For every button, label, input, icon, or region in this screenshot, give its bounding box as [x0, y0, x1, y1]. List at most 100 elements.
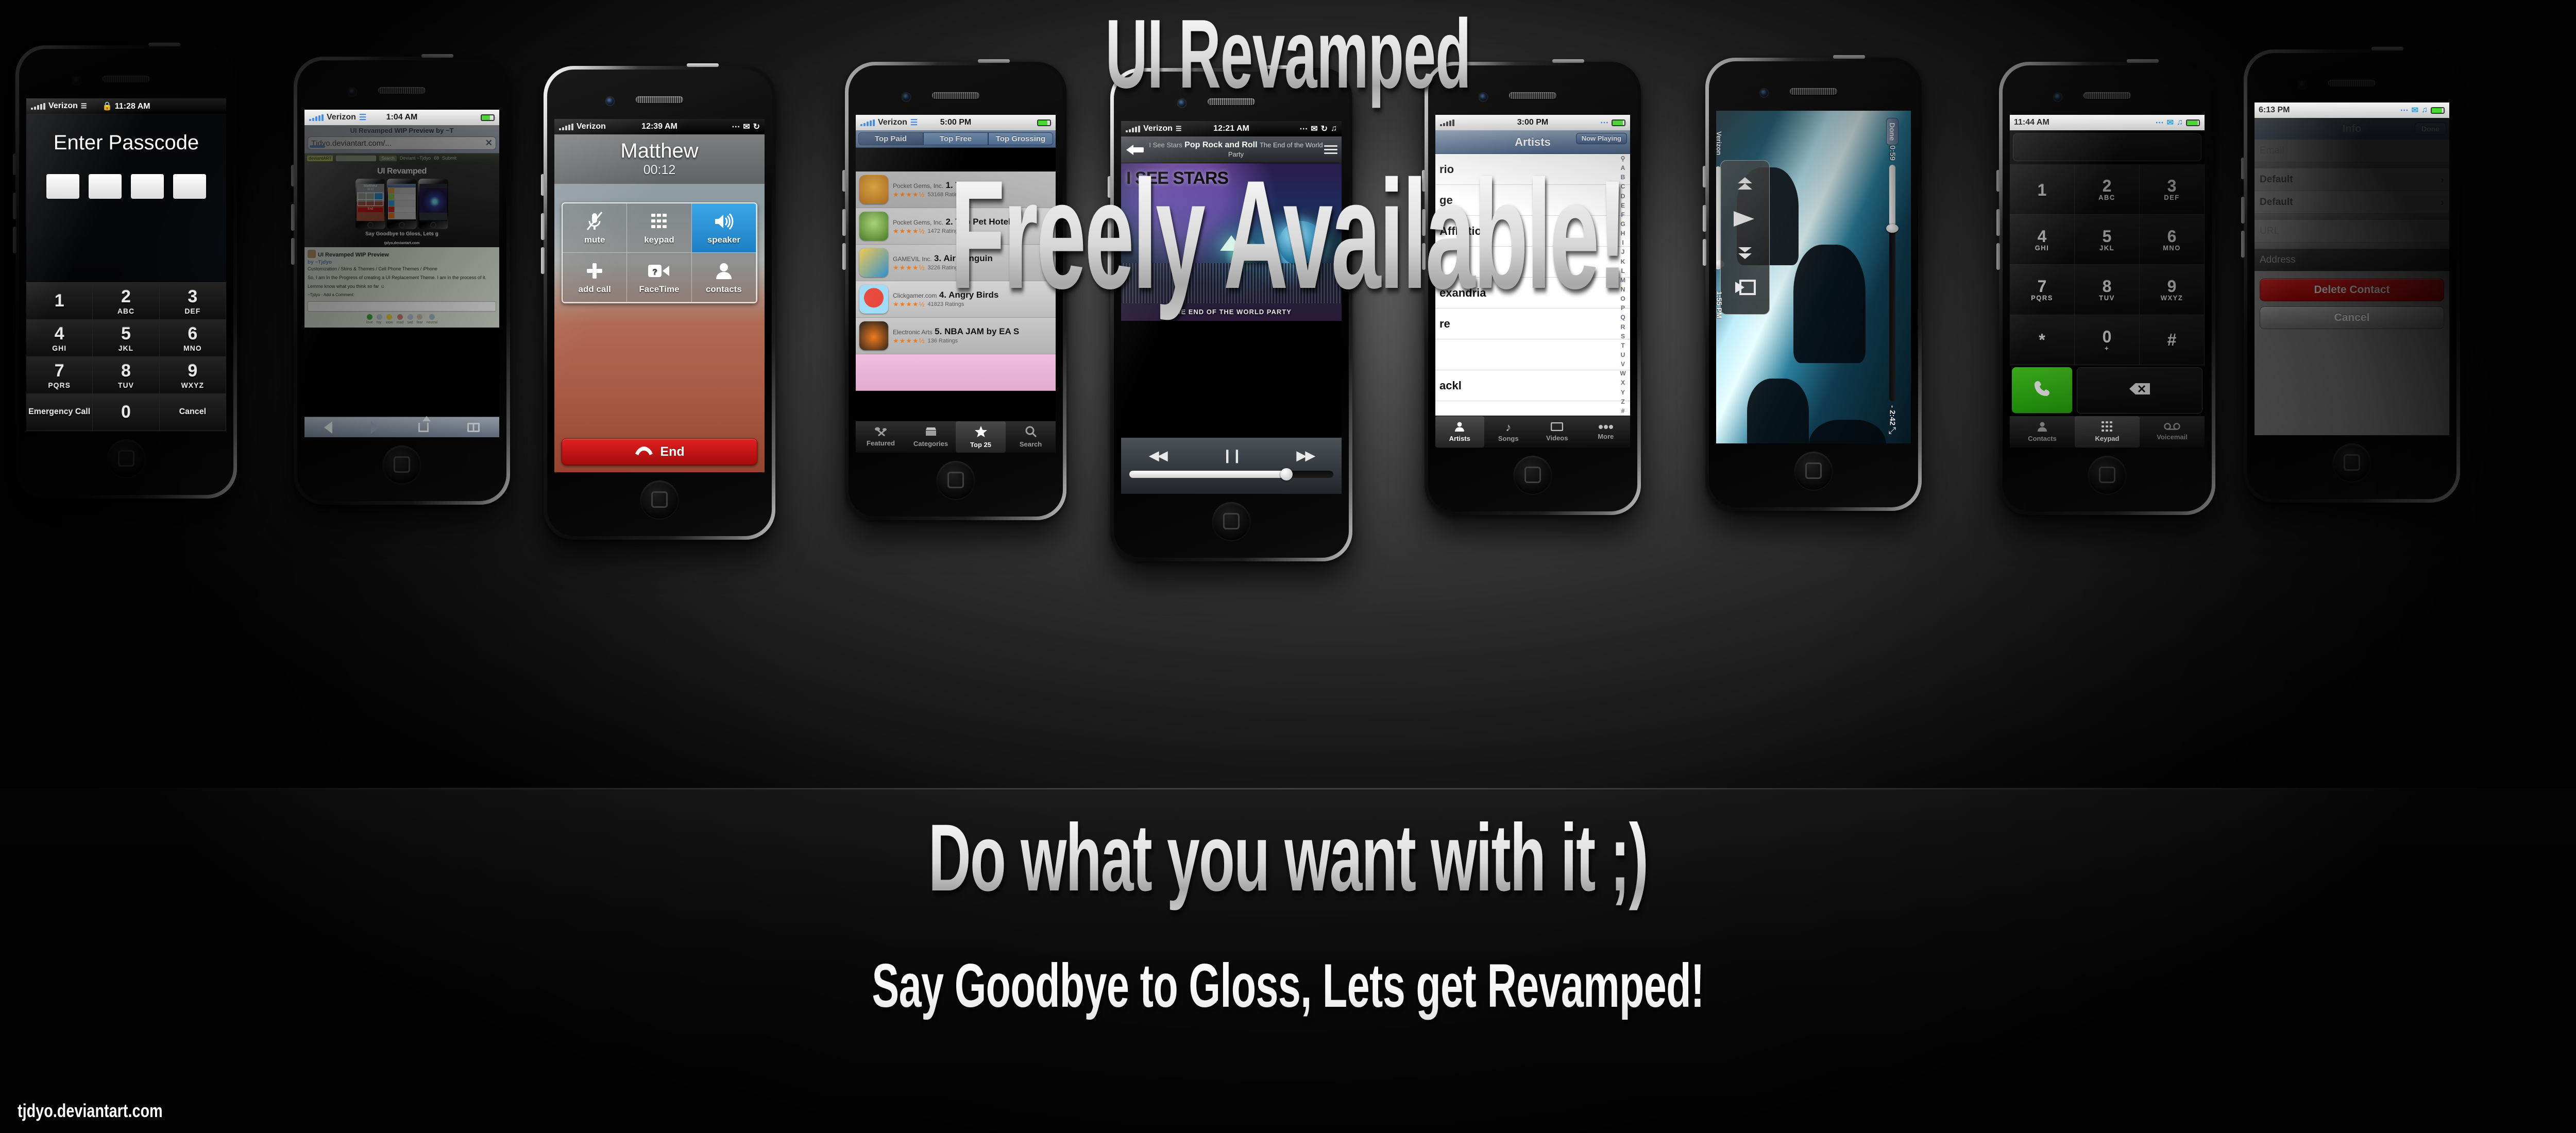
- index-letter[interactable]: #: [1621, 407, 1625, 415]
- emotion-neutral[interactable]: neutral: [427, 314, 437, 325]
- key-7[interactable]: 7 PQRS: [2010, 265, 2075, 315]
- segment-top-paid[interactable]: Top Paid: [858, 132, 923, 145]
- emotion-love[interactable]: love: [366, 314, 373, 325]
- video-chapter-menu[interactable]: [1720, 160, 1770, 315]
- key-9[interactable]: 9 WXYZ: [159, 357, 226, 394]
- index-letter[interactable]: T: [1621, 342, 1624, 349]
- key-5[interactable]: 5 JKL: [2075, 214, 2140, 265]
- emotion-fear[interactable]: fear: [417, 314, 423, 325]
- list-item[interactable]: ackl: [1435, 370, 1630, 401]
- store-segmented-control[interactable]: Top Paid Top Free Top Grossing: [856, 130, 1056, 148]
- index-letter[interactable]: M: [1620, 277, 1625, 284]
- index-letter[interactable]: S: [1621, 333, 1625, 340]
- segment-top-free[interactable]: Top Free: [923, 132, 988, 145]
- volume-down-button[interactable]: [1703, 239, 1706, 266]
- home-button[interactable]: [2088, 456, 2126, 494]
- power-button[interactable]: [2371, 47, 2403, 50]
- app-row[interactable]: Pocket Gems, Inc. 1. Tap Zoo ★★★★½ 53168 …: [856, 171, 1056, 208]
- segment-top-grossing[interactable]: Top Grossing: [988, 132, 1053, 145]
- tab-artists[interactable]: Artists: [1435, 416, 1484, 448]
- key-4[interactable]: 4 GHI: [26, 320, 93, 357]
- music-tab-bar[interactable]: Artists ♪ Songs Videos More: [1435, 416, 1630, 448]
- info-form[interactable]: Email Default › Default › URL Address Dele…: [2255, 140, 2449, 435]
- index-letter[interactable]: Q: [1620, 314, 1625, 321]
- home-button[interactable]: [640, 480, 679, 519]
- volume-down-button[interactable]: [2241, 231, 2245, 258]
- email-field[interactable]: Email: [2255, 140, 2449, 162]
- emotion-sad[interactable]: sad: [407, 314, 413, 325]
- now-playing-button[interactable]: Now Playing: [1575, 133, 1627, 144]
- index-letter[interactable]: O: [1620, 295, 1625, 302]
- stop-loading-icon[interactable]: ✕: [485, 138, 493, 148]
- power-button[interactable]: [1833, 55, 1865, 59]
- list-item[interactable]: rio: [1435, 154, 1630, 185]
- tab-keypad[interactable]: Keypad: [2075, 416, 2140, 448]
- ring-switch[interactable]: [2241, 158, 2245, 179]
- volume-down-button[interactable]: [1108, 249, 1111, 276]
- back-icon[interactable]: [324, 421, 332, 434]
- key-8[interactable]: 8 TUV: [93, 357, 160, 394]
- emotion-mad[interactable]: mad: [397, 314, 403, 325]
- key-8[interactable]: 8 TUV: [2075, 265, 2140, 315]
- index-letter[interactable]: B: [1621, 174, 1625, 181]
- contacts-button[interactable]: contacts: [691, 253, 756, 302]
- tab-featured[interactable]: Featured: [856, 421, 906, 453]
- power-button[interactable]: [148, 43, 180, 46]
- volume-up-button[interactable]: [291, 204, 295, 231]
- pause-icon[interactable]: ❙❙: [1222, 448, 1243, 464]
- index-search-icon[interactable]: ⚲: [1621, 155, 1625, 162]
- volume-up-button[interactable]: [2241, 197, 2245, 224]
- url-input[interactable]: Tjdyo.deviantart.com/... ✕: [308, 136, 496, 150]
- index-letter[interactable]: E: [1621, 202, 1625, 209]
- ring-switch[interactable]: [1996, 170, 2000, 192]
- app-row[interactable]: [856, 354, 1056, 391]
- app-row[interactable]: Electronic Arts 5. NBA JAM by EA S ★★★★½…: [856, 318, 1056, 354]
- dial-keypad[interactable]: 1 2 ABC 3 DEF 4 GHI 5 JKL 6 MNO 7 PQRS 8 TUV 9W…: [2010, 164, 2205, 416]
- tab-more[interactable]: More: [1582, 416, 1631, 448]
- index-letter[interactable]: L: [1621, 267, 1624, 274]
- track-list-icon[interactable]: [1324, 143, 1337, 156]
- ring-switch[interactable]: [842, 170, 846, 192]
- volume-down-button[interactable]: [541, 247, 545, 274]
- list-item[interactable]: ge: [1435, 185, 1630, 216]
- index-letter[interactable]: R: [1621, 323, 1625, 331]
- home-button[interactable]: [1514, 456, 1552, 494]
- done-button[interactable]: Done: [2415, 123, 2446, 135]
- volume-slider[interactable]: [1129, 468, 1333, 480]
- volume-up-button[interactable]: [541, 213, 545, 240]
- key-2[interactable]: 2 ABC: [2075, 164, 2140, 215]
- key-5[interactable]: 5 JKL: [93, 320, 160, 357]
- index-letter[interactable]: C: [1621, 183, 1625, 190]
- key-7[interactable]: 7 PQRS: [26, 357, 93, 394]
- index-letter[interactable]: J: [1621, 248, 1625, 255]
- home-button[interactable]: [1212, 502, 1250, 540]
- index-letter[interactable]: X: [1621, 379, 1625, 386]
- list-item[interactable]: exandria: [1435, 278, 1630, 308]
- emergency-call-button[interactable]: Emergency Call: [26, 394, 93, 431]
- app-row[interactable]: Pocket Gems, Inc. 2. Tap Pet Hotel ★★★★½…: [856, 208, 1056, 245]
- home-button[interactable]: [107, 439, 145, 477]
- key-star[interactable]: *: [2010, 315, 2075, 366]
- tab-top25[interactable]: Top 25: [956, 421, 1006, 453]
- index-letter[interactable]: V: [1621, 360, 1625, 368]
- tab-voicemail[interactable]: Voicemail: [2140, 416, 2205, 448]
- text-tone-row[interactable]: Default ›: [2255, 191, 2449, 214]
- call-button[interactable]: [2012, 367, 2073, 414]
- passcode-keypad[interactable]: 1 2 ABC 3 DEF 4 GHI 5 JKL 6 MNO 7 PQRS 8 TUV 9W…: [26, 282, 226, 431]
- video-surface[interactable]: Done 0:59 - 2:42 ⤢ Verizon 1:55 PM: [1716, 111, 1911, 443]
- forward-icon[interactable]: [371, 421, 380, 434]
- index-letter[interactable]: P: [1621, 304, 1625, 312]
- key-3[interactable]: 3 DEF: [2140, 164, 2205, 215]
- tab-songs[interactable]: ♪ Songs: [1484, 416, 1533, 448]
- facetime-button[interactable]: ? FaceTime: [627, 253, 692, 302]
- da-search-input[interactable]: [336, 155, 377, 161]
- scrubber-knob[interactable]: [1886, 224, 1899, 233]
- tab-search[interactable]: Search: [1006, 421, 1056, 453]
- volume-up-button[interactable]: [1108, 215, 1111, 242]
- index-letter[interactable]: K: [1621, 258, 1625, 265]
- zoom-out-icon[interactable]: ⤢: [1889, 425, 1896, 436]
- album-artwork[interactable]: I SEE STARS THE END OF THE WORLD PARTY: [1121, 163, 1342, 321]
- artist-list[interactable]: rio ge Affliction exandria re ackl: [1435, 154, 1630, 416]
- volume-down-button[interactable]: [1422, 243, 1426, 270]
- ring-switch[interactable]: [291, 165, 295, 186]
